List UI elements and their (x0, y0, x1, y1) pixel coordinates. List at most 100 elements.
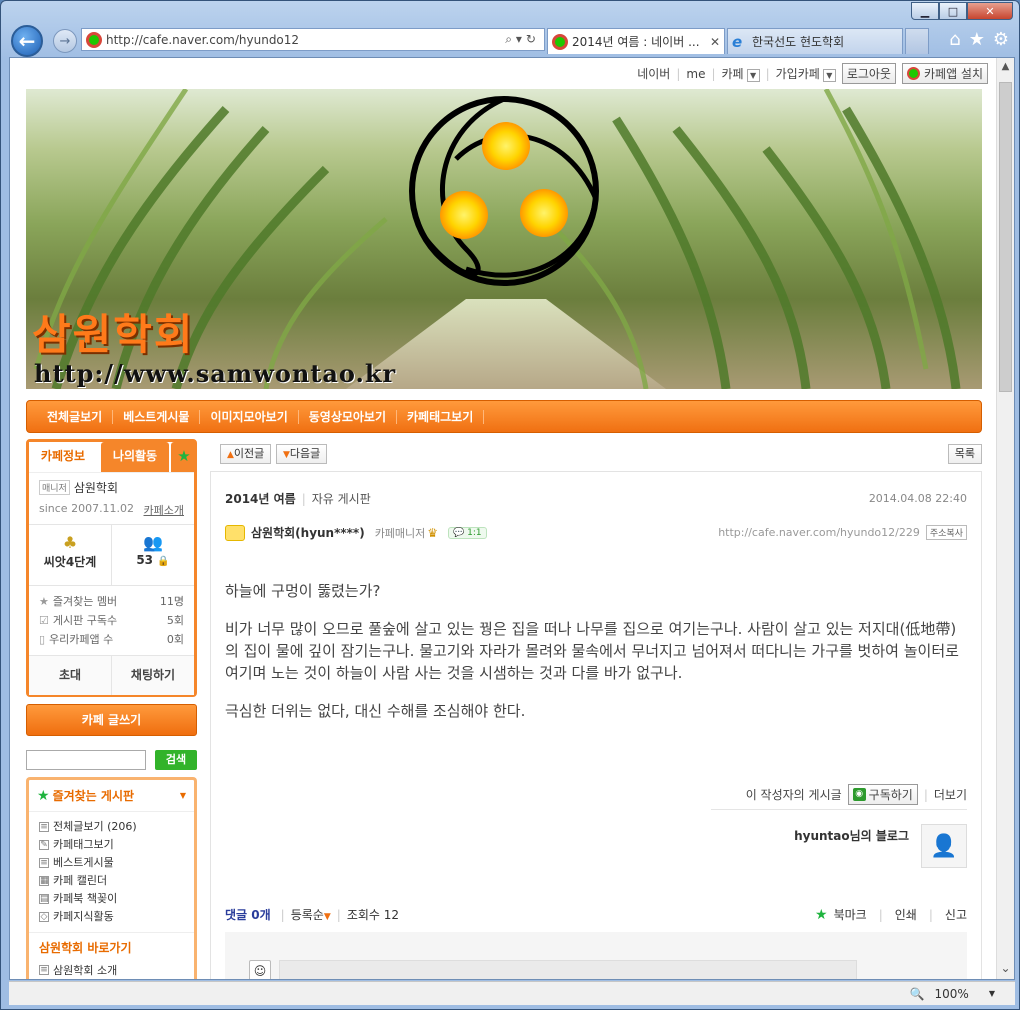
favorite-boards-header[interactable]: ★ 즐겨찾는 게시판 ▼ (29, 780, 194, 812)
manager-tag: 매니저 (39, 480, 70, 495)
cafe-link[interactable]: 카페 ▼ (722, 65, 760, 82)
search-input[interactable] (26, 750, 146, 770)
me-link[interactable]: me (686, 67, 705, 81)
favorites-star-icon[interactable]: ★ (969, 29, 985, 50)
joined-cafe-link[interactable]: 가입카페 ▼ (776, 65, 836, 82)
chat-button[interactable]: 채팅하기 (112, 656, 194, 695)
gear-icon[interactable]: ⚙ (993, 29, 1009, 50)
search-refresh-icons[interactable]: ⌕▾↻ (490, 32, 544, 47)
tab-my-activity[interactable]: 나의활동 (101, 442, 169, 472)
member-count[interactable]: 👥 53 🔒 (112, 525, 194, 585)
zoom-level[interactable]: 100% (935, 987, 969, 1001)
new-tab-button[interactable] (905, 28, 929, 54)
chevron-down-icon[interactable]: ▼ (746, 69, 760, 82)
prev-post-button[interactable]: ▲이전글 (220, 444, 272, 464)
stat-row: ★ 즐겨찾는 멤버 11명 (39, 592, 184, 611)
bookmark-link[interactable]: 북마크 (834, 906, 867, 923)
chat-badge[interactable]: 💬 1:1 (448, 526, 487, 539)
subscribe-button[interactable]: ◉ 구독하기 (847, 784, 918, 805)
comment-input[interactable] (279, 960, 857, 979)
write-post-button[interactable]: 카페 글쓰기 (26, 704, 197, 736)
cafe-app-install-button[interactable]: 카페앱 설치 (901, 63, 988, 84)
menu-videos[interactable]: 동영상모아보기 (299, 409, 398, 424)
blog-avatar-icon[interactable]: 👤 (921, 824, 967, 868)
author-role: 카페매니저 (374, 526, 426, 540)
board-icon: ≡ (39, 965, 49, 975)
scroll-down-icon[interactable]: ⌄ (997, 961, 1014, 979)
board-item-bookshelf[interactable]: ▤ 카페북 책꽂이 (39, 890, 184, 908)
chevron-down-icon[interactable]: ▼ (989, 989, 995, 998)
cafe-level[interactable]: ♣ 씨앗4단계 (29, 525, 112, 585)
vertical-scrollbar[interactable]: ▲ ⌄ (996, 58, 1014, 979)
cafe-url: http://www.samwontao.kr (34, 359, 397, 388)
address-url[interactable]: http://cafe.naver.com/hyundo12 (106, 33, 490, 47)
menu-all-posts[interactable]: 전체글보기 (37, 409, 114, 424)
ie-icon: e (732, 32, 743, 51)
tab-label: 2014년 여름 : 네이버 ... (572, 35, 700, 49)
logout-button[interactable]: 로그아웃 (841, 63, 896, 84)
sort-order[interactable]: 등록순▼ (291, 906, 331, 923)
shortcut-item[interactable]: ≡ 삼원학회 소개 (39, 962, 184, 978)
book-icon: ▤ (39, 894, 49, 904)
menu-best-posts[interactable]: 베스트게시물 (113, 409, 201, 424)
star-icon[interactable]: ★ (171, 442, 197, 472)
stat-label: 우리카페앱 수 (49, 633, 114, 646)
scroll-up-icon[interactable]: ▲ (997, 58, 1014, 76)
naver-link[interactable]: 네이버 (637, 65, 670, 82)
tab-inactive[interactable]: e 한국선도 현도학회 (727, 28, 903, 54)
board-item-best[interactable]: ≡ 베스트게시물 (39, 854, 184, 872)
search-button[interactable]: 검색 (155, 750, 197, 770)
cafe-intro-link[interactable]: 카페소개 (144, 502, 184, 518)
naver-cafe-icon (86, 31, 102, 48)
cafe-search: 검색 (26, 750, 197, 770)
maximize-button[interactable]: □ (939, 2, 967, 20)
board-label: 카페 캘린더 (53, 874, 108, 887)
board-item-all[interactable]: ≡ 전체글보기 (206) (39, 818, 184, 836)
star-icon: ★ (39, 595, 49, 608)
naver-cafe-icon (906, 67, 920, 80)
author-name[interactable]: 삼원학회(hyun****) (251, 524, 365, 541)
blog-link[interactable]: hyuntao님의 블로그 (794, 827, 909, 868)
article-title: 2014년 여름 (225, 492, 296, 506)
scroll-thumb[interactable] (999, 82, 1012, 392)
cafe-stat-list: ★ 즐겨찾는 멤버 11명 ☑ 게시판 구독수 5회 ▯ 우리카페앱 수 0회 (29, 586, 194, 655)
back-button[interactable]: ← (11, 25, 43, 57)
manager-name[interactable]: 삼원학회 (74, 479, 118, 496)
address-bar[interactable]: http://cafe.naver.com/hyundo12 ⌕▾↻ (81, 28, 545, 51)
copy-address-button[interactable]: 주소복사 (925, 525, 967, 540)
article-link[interactable]: http://cafe.naver.com/hyundo12/229 (718, 526, 920, 539)
print-link[interactable]: 인쇄 (895, 906, 917, 923)
close-button[interactable]: ✕ (967, 2, 1013, 20)
seed-level-icon: ♣ (62, 533, 78, 552)
article-board[interactable]: 자유 게시판 (312, 490, 371, 507)
more-link[interactable]: 더보기 (934, 786, 967, 803)
members-icon: 👥 (143, 533, 163, 552)
stat-row: ☑ 게시판 구독수 5회 (39, 611, 184, 630)
forward-button[interactable]: → (53, 29, 77, 53)
invite-button[interactable]: 초대 (29, 656, 112, 695)
board-label: 카페태그보기 (53, 838, 114, 851)
chevron-down-icon[interactable]: ▼ (180, 791, 186, 800)
board-item-calendar[interactable]: ▦ 카페 캘린더 (39, 872, 184, 890)
menu-tags[interactable]: 카페태그보기 (397, 409, 485, 424)
next-post-button[interactable]: ▼다음글 (276, 444, 328, 464)
chevron-down-icon[interactable]: ▼ (822, 69, 836, 82)
list-button[interactable]: 목록 (947, 444, 982, 464)
cafe-menu-bar: 전체글보기 베스트게시물 이미지모아보기 동영상모아보기 카페태그보기 (26, 400, 982, 433)
comment-count[interactable]: 댓글 0개 (225, 906, 271, 923)
minimize-button[interactable]: ▁ (911, 2, 939, 20)
toolbar-icons: ⌂ ★ ⚙ (949, 29, 1009, 50)
tab-cafe-info[interactable]: 카페정보 (29, 442, 97, 472)
board-item-knowledge[interactable]: ◇ 카페지식활동 (39, 908, 184, 926)
writer-posts-label[interactable]: 이 작성자의 게시글 (746, 786, 842, 803)
tab-active[interactable]: 2014년 여름 : 네이버 ... ✕ (547, 28, 725, 54)
home-icon[interactable]: ⌂ (949, 29, 960, 50)
board-item-tags[interactable]: ✎ 카페태그보기 (39, 836, 184, 854)
stat-label: 즐겨찾는 멤버 (52, 595, 118, 608)
tab-close-icon[interactable]: ✕ (710, 35, 720, 49)
menu-images[interactable]: 이미지모아보기 (200, 409, 299, 424)
report-link[interactable]: 신고 (945, 906, 967, 923)
cafe-app-label: 카페앱 설치 (923, 67, 983, 81)
favorite-boards-title: 즐겨찾는 게시판 (52, 789, 135, 803)
author-avatar[interactable] (225, 524, 245, 541)
